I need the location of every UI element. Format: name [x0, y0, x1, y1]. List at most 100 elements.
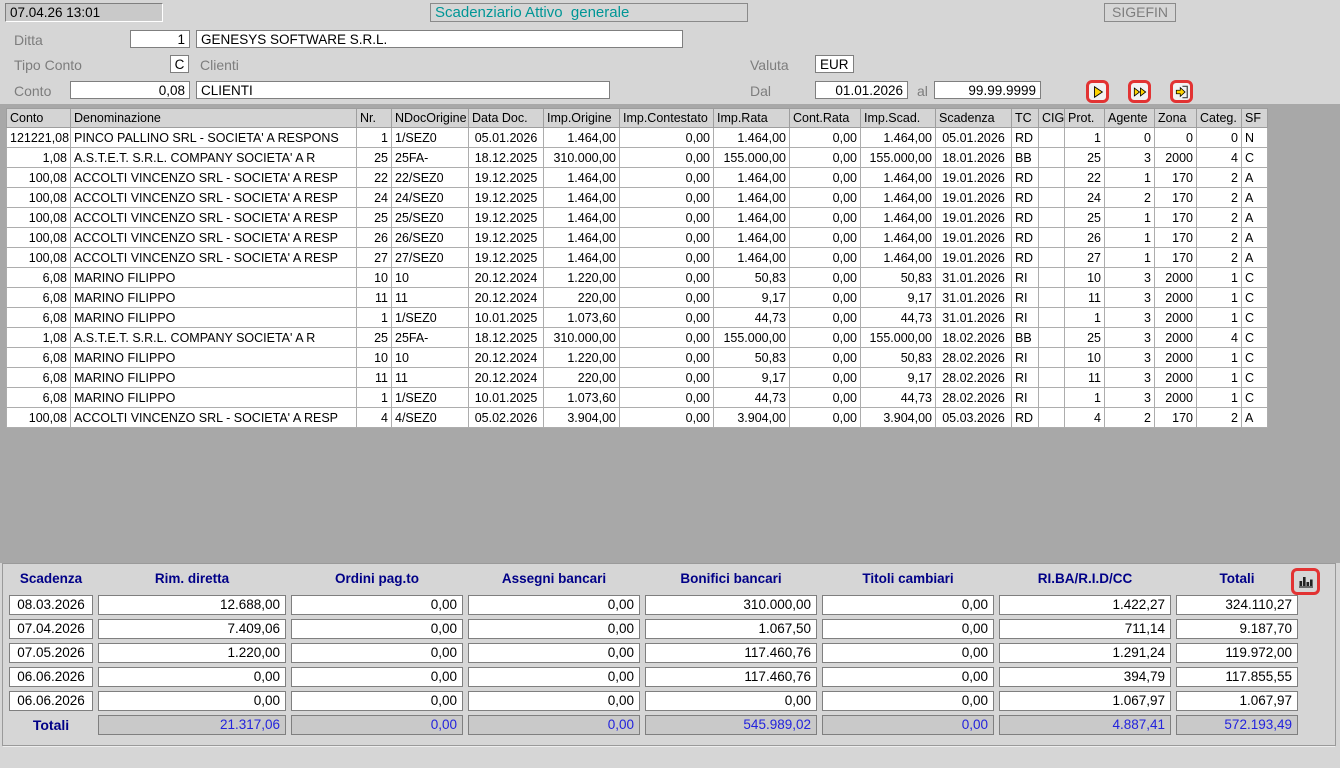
ditta-name-field[interactable] — [196, 30, 683, 48]
table-row[interactable]: 6,08MARINO FILIPPO111120.12.2024220,000,… — [7, 288, 1268, 308]
table-row[interactable]: 100,08ACCOLTI VINCENZO SRL - SOCIETA' A … — [7, 228, 1268, 248]
table-cell: 1.464,00 — [544, 208, 620, 228]
column-header: Prot. — [1065, 109, 1105, 128]
table-cell: C — [1242, 388, 1268, 408]
table-cell — [1039, 228, 1065, 248]
table-cell: 11 — [357, 288, 392, 308]
table-cell: A — [1242, 248, 1268, 268]
al-field[interactable] — [934, 81, 1041, 99]
table-cell: 121221,08 — [7, 128, 71, 148]
table-cell: 19.01.2026 — [936, 208, 1012, 228]
table-cell: MARINO FILIPPO — [71, 308, 357, 328]
table-cell: RD — [1012, 188, 1039, 208]
table-cell — [1039, 328, 1065, 348]
run-button[interactable] — [1086, 80, 1109, 103]
table-cell: 0,00 — [790, 168, 861, 188]
table-cell: 1.073,60 — [544, 388, 620, 408]
chart-button[interactable] — [1291, 568, 1320, 595]
table-cell: MARINO FILIPPO — [71, 348, 357, 368]
table-cell: 155.000,00 — [861, 148, 936, 168]
table-row[interactable]: 100,08ACCOLTI VINCENZO SRL - SOCIETA' A … — [7, 248, 1268, 268]
table-cell: 28.02.2026 — [936, 348, 1012, 368]
table-row[interactable]: 121221,08PINCO PALLINO SRL - SOCIETA' A … — [7, 128, 1268, 148]
tipo-conto-code-field[interactable] — [170, 55, 189, 73]
table-cell: A — [1242, 408, 1268, 428]
conto-name-field[interactable] — [196, 81, 610, 99]
table-cell: A — [1242, 208, 1268, 228]
table-cell: 1.464,00 — [714, 188, 790, 208]
table-cell: 2000 — [1155, 288, 1197, 308]
table-row[interactable]: 6,08MARINO FILIPPO11/SEZ010.01.20251.073… — [7, 308, 1268, 328]
table-cell: 0,00 — [620, 188, 714, 208]
summary-value-cell: 0,00 — [291, 691, 463, 711]
summary-value-cell: 0,00 — [291, 667, 463, 687]
table-cell: 0,00 — [620, 208, 714, 228]
table-row[interactable]: 6,08MARINO FILIPPO101020.12.20241.220,00… — [7, 268, 1268, 288]
table-cell: 3.904,00 — [714, 408, 790, 428]
table-cell: 2 — [1197, 248, 1242, 268]
table-cell: 25/SEZ0 — [392, 208, 469, 228]
dal-label: Dal — [750, 82, 771, 100]
summary-value-cell: 310.000,00 — [645, 595, 817, 615]
table-cell: 0,00 — [790, 208, 861, 228]
summary-date-cell: 08.03.2026 — [9, 595, 93, 615]
table-cell: 2000 — [1155, 368, 1197, 388]
table-row[interactable]: 100,08ACCOLTI VINCENZO SRL - SOCIETA' A … — [7, 208, 1268, 228]
summary-value-cell: 1.291,24 — [999, 643, 1171, 663]
table-cell: 1 — [1197, 348, 1242, 368]
column-header: Data Doc. — [469, 109, 544, 128]
valuta-field[interactable] — [815, 55, 854, 73]
table-cell: 0,00 — [790, 408, 861, 428]
table-cell: C — [1242, 148, 1268, 168]
summary-total-cell: 0,00 — [291, 715, 463, 735]
table-cell: BB — [1012, 148, 1039, 168]
table-row[interactable]: 100,08ACCOLTI VINCENZO SRL - SOCIETA' A … — [7, 188, 1268, 208]
exit-button[interactable] — [1170, 80, 1193, 103]
summary-value-cell: 0,00 — [822, 691, 994, 711]
table-cell: 11 — [357, 368, 392, 388]
table-cell: 0,00 — [620, 408, 714, 428]
table-cell: 1.464,00 — [714, 248, 790, 268]
table-cell — [1039, 248, 1065, 268]
table-row[interactable]: 1,08A.S.T.E.T. S.R.L. COMPANY SOCIETA' A… — [7, 328, 1268, 348]
table-cell: 1.464,00 — [714, 208, 790, 228]
summary-grid: ScadenzaRim. direttaOrdini pag.toAssegni… — [9, 567, 1298, 735]
summary-column-header: Assegni bancari — [468, 567, 640, 591]
table-row[interactable]: 100,08ACCOLTI VINCENZO SRL - SOCIETA' A … — [7, 408, 1268, 428]
table-cell: 6,08 — [7, 348, 71, 368]
table-cell: 170 — [1155, 228, 1197, 248]
table-cell: 9,17 — [714, 288, 790, 308]
conto-code-field[interactable] — [70, 81, 190, 99]
table-cell: 0,00 — [620, 128, 714, 148]
table-cell: 18.12.2025 — [469, 328, 544, 348]
table-cell: 1,08 — [7, 328, 71, 348]
table-cell: 170 — [1155, 408, 1197, 428]
table-cell: 3 — [1105, 268, 1155, 288]
table-cell: 10 — [357, 348, 392, 368]
table-cell: 2000 — [1155, 328, 1197, 348]
table-cell: 18.01.2026 — [936, 148, 1012, 168]
table-row[interactable]: 6,08MARINO FILIPPO101020.12.20241.220,00… — [7, 348, 1268, 368]
table-row[interactable]: 100,08ACCOLTI VINCENZO SRL - SOCIETA' A … — [7, 168, 1268, 188]
summary-column-header: Rim. diretta — [98, 567, 286, 591]
table-cell: 19.01.2026 — [936, 188, 1012, 208]
table-cell: 1 — [1197, 288, 1242, 308]
table-row[interactable]: 1,08A.S.T.E.T. S.R.L. COMPANY SOCIETA' A… — [7, 148, 1268, 168]
table-cell: 3 — [1105, 388, 1155, 408]
table-cell: 2 — [1105, 408, 1155, 428]
fast-forward-button[interactable] — [1128, 80, 1151, 103]
table-cell: 1 — [1197, 308, 1242, 328]
dal-field[interactable] — [815, 81, 908, 99]
table-cell: 27 — [1065, 248, 1105, 268]
table-cell: 220,00 — [544, 368, 620, 388]
table-row[interactable]: 6,08MARINO FILIPPO11/SEZ010.01.20251.073… — [7, 388, 1268, 408]
summary-value-cell: 1.067,97 — [1176, 691, 1298, 711]
table-cell: 0,00 — [620, 268, 714, 288]
table-row[interactable]: 6,08MARINO FILIPPO111120.12.2024220,000,… — [7, 368, 1268, 388]
table-cell: 19.12.2025 — [469, 188, 544, 208]
table-cell: 05.01.2026 — [936, 128, 1012, 148]
ditta-code-field[interactable] — [130, 30, 190, 48]
table-cell: 22 — [357, 168, 392, 188]
table-cell: 25 — [357, 328, 392, 348]
table-cell: 220,00 — [544, 288, 620, 308]
